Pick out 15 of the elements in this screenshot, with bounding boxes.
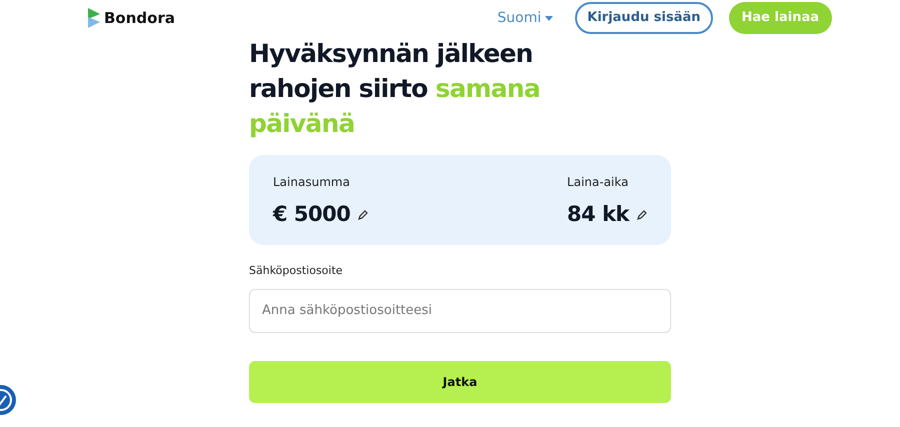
language-dropdown[interactable]: Suomi — [491, 6, 560, 30]
page-heading: Hyväksynnän jälkeen rahojen siirto samana päivänä — [249, 38, 541, 140]
continue-button[interactable]: Jatka — [249, 360, 671, 402]
email-field[interactable]: Anna sähköpostiosoitteesi — [249, 288, 671, 332]
pencil-icon[interactable] — [637, 210, 647, 220]
summary-value: 84 kk — [567, 201, 629, 228]
summary-value: € 5000 — [273, 201, 350, 228]
field-label: Sähköpostiosoite — [249, 263, 344, 279]
caret-icon — [545, 16, 554, 20]
logo-icon — [88, 8, 100, 28]
pencil-icon[interactable] — [358, 210, 368, 220]
summary-label: Lainasumma — [273, 174, 351, 191]
summary-label: Laina-aika — [567, 174, 630, 191]
login-button[interactable]: Kirjaudu sisään — [575, 2, 713, 34]
logo-text: Bondora — [104, 8, 175, 29]
